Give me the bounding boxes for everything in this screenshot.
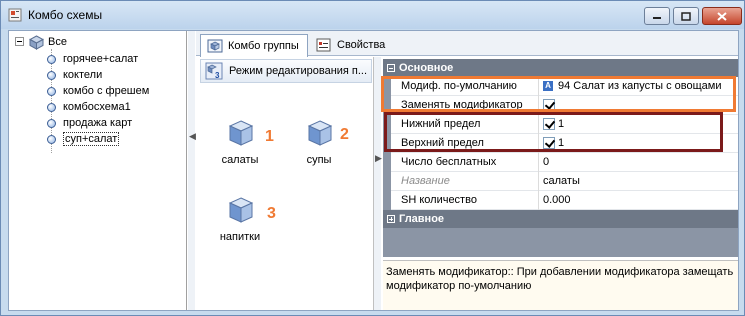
tree-item[interactable]: продажа карт [47, 115, 132, 131]
tab-strip: Комбо группы Свойства [196, 31, 738, 57]
combo-groups-panel: 3 Режим редактирования п... салаты 1 суп… [196, 57, 374, 310]
edit-mode-label: Режим редактирования п... [229, 65, 368, 77]
prop-name: Модиф. по-умолчанию [401, 80, 517, 92]
svg-text:3: 3 [215, 71, 220, 80]
collapse-right-icon[interactable]: ▶ [375, 153, 382, 164]
prop-name: Название [401, 175, 450, 187]
tree-splitter[interactable]: ◀ [188, 31, 196, 310]
group-number-label: 3 [267, 205, 276, 222]
group-item-salads[interactable]: салаты [210, 119, 270, 179]
group-item-label: супы [306, 154, 332, 166]
title-bar: Комбо схемы [1, 1, 744, 29]
minimize-button[interactable] [644, 7, 670, 25]
prop-row-name[interactable]: Название салаты [383, 172, 738, 191]
leaf-icon [47, 102, 56, 112]
cube-icon [228, 197, 254, 223]
tree-item-label: горячее+салат [63, 53, 139, 65]
property-grid: Основное Модиф. по-умолчанию A 94 Салат … [383, 59, 738, 257]
prop-name: Число бесплатных [401, 156, 497, 168]
tree-item-label: суп+салат [63, 132, 120, 146]
prop-value-text: 94 Салат из капусты с овощами [558, 80, 722, 92]
leaf-icon [47, 54, 56, 64]
tree-item[interactable]: горячее+салат [47, 51, 138, 67]
combo-groups-icon [207, 39, 223, 53]
group-item-label: салаты [221, 154, 259, 166]
collapse-icon[interactable] [387, 64, 395, 72]
property-description: Заменять модификатор:: При добавлении мо… [383, 260, 738, 310]
tree-root[interactable]: Все [29, 34, 67, 50]
tree-root-label: Все [48, 36, 67, 48]
properties-icon [316, 38, 331, 52]
tab-properties[interactable]: Свойства [310, 34, 400, 56]
prop-value[interactable]: 0 [543, 156, 549, 168]
client-area: Все горячее+салат коктели комбо с фрешем… [8, 30, 739, 311]
tree-item[interactable]: комбосхема1 [47, 99, 131, 115]
prop-value[interactable]: 1 [543, 118, 564, 130]
prop-value[interactable]: A 94 Салат из капусты с овощами [543, 80, 722, 92]
leaf-icon [47, 134, 56, 144]
prop-row-lower-limit[interactable]: Нижний предел 1 [383, 115, 738, 134]
leaf-icon [47, 118, 56, 128]
prop-name: Верхний предел [401, 137, 484, 149]
cube-group-icon [29, 34, 44, 50]
tree-item-label: продажа карт [63, 117, 133, 129]
prop-name: Заменять модификатор [401, 99, 523, 111]
close-icon [717, 11, 727, 21]
category-main[interactable]: Основное [383, 59, 738, 77]
tree-item-selected[interactable]: суп+салат [47, 131, 120, 147]
prop-row-sh-quantity[interactable]: SH количество 0.000 [383, 191, 738, 210]
prop-value[interactable]: 0.000 [543, 194, 571, 206]
prop-row-default-modifier[interactable]: Модиф. по-умолчанию A 94 Салат из капуст… [383, 77, 738, 96]
group-number-label: 2 [340, 126, 349, 143]
tree-item[interactable]: коктели [47, 67, 102, 83]
group-item-drinks[interactable]: напитки [210, 196, 270, 256]
tab-combo-groups[interactable]: Комбо группы [200, 34, 308, 57]
tab-label: Свойства [337, 39, 386, 51]
minimize-icon [653, 17, 661, 19]
category-general[interactable]: Главное [383, 210, 738, 228]
tree-item-label: коктели [63, 69, 103, 81]
prop-value-text: 1 [558, 118, 565, 130]
collapse-left-icon[interactable]: ◀ [189, 131, 196, 142]
schemes-tree: Все горячее+салат коктели комбо с фрешем… [9, 31, 187, 310]
maximize-icon [681, 11, 691, 21]
category-label: Главное [399, 213, 445, 225]
prop-row-upper-limit[interactable]: Верхний предел 1 [383, 134, 738, 153]
tree-item[interactable]: комбо с фрешем [47, 83, 149, 99]
prop-row-replace-modifier[interactable]: Заменять модификатор [383, 96, 738, 115]
tab-label: Комбо группы [228, 40, 299, 52]
prop-value[interactable]: 1 [543, 137, 564, 149]
edit-mode-button[interactable]: 3 Режим редактирования п... [200, 59, 372, 83]
prop-value-text: 1 [558, 137, 565, 149]
replace-modifier-checkbox[interactable] [543, 99, 555, 111]
maximize-button[interactable] [673, 7, 699, 25]
lower-limit-checkbox[interactable] [543, 118, 555, 130]
prop-name: Нижний предел [401, 118, 481, 130]
panel-splitter[interactable]: ▶ [374, 57, 382, 310]
leaf-icon [47, 70, 56, 80]
cube-icon [307, 120, 333, 146]
modifier-icon: A [543, 81, 553, 91]
group-item-label: напитки [219, 231, 261, 243]
app-icon [8, 8, 22, 22]
close-button[interactable] [702, 7, 742, 25]
prop-value[interactable] [543, 99, 558, 111]
window-title: Комбо схемы [28, 8, 103, 22]
combo-schemes-window: Комбо схемы Все горячее+салат коктели ко… [0, 0, 745, 316]
tree-item-label: комбосхема1 [63, 101, 131, 113]
leaf-icon [47, 86, 56, 96]
cube-icon [228, 120, 254, 146]
expand-icon[interactable] [387, 215, 395, 223]
prop-value[interactable]: салаты [543, 175, 580, 187]
edit-mode-icon: 3 [205, 62, 223, 80]
upper-limit-checkbox[interactable] [543, 137, 555, 149]
prop-name: SH количество [401, 194, 477, 206]
category-label: Основное [399, 62, 454, 74]
tree-item-label: комбо с фрешем [63, 85, 150, 97]
tree-collapse-toggle[interactable] [15, 37, 24, 46]
group-number-label: 1 [265, 128, 274, 145]
prop-row-free-count[interactable]: Число бесплатных 0 [383, 153, 738, 172]
